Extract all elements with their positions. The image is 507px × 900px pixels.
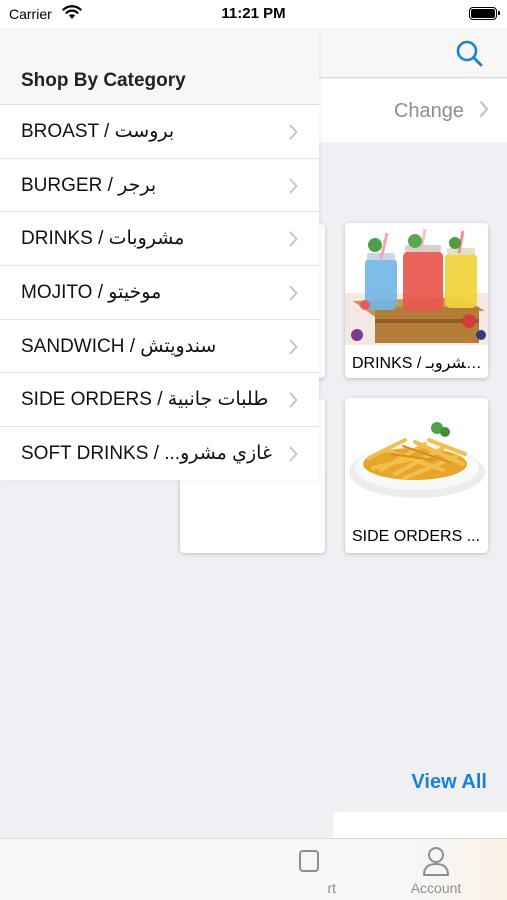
chevron-right-icon <box>289 446 298 467</box>
category-label: MOJITO / موخيتو <box>21 282 162 304</box>
category-label: BURGER / برجر <box>21 174 157 196</box>
chevron-right-icon <box>289 339 298 360</box>
tab-bar: rt Account <box>0 838 507 900</box>
battery-icon <box>469 7 500 20</box>
category-label: SOFT DRINKS / ...غازي مشرو <box>21 443 272 465</box>
category-list: BROAST / بروست BURGER / برجر DRINKS / مش… <box>0 105 319 481</box>
category-drawer: Shop By Category BROAST / بروست BURGER /… <box>0 28 319 480</box>
category-label: BROAST / بروست <box>21 121 175 142</box>
drinks-image <box>345 223 488 345</box>
change-button[interactable]: Change <box>394 100 464 123</box>
chevron-right-icon <box>289 231 298 252</box>
category-item-broast[interactable]: BROAST / بروست <box>0 105 319 159</box>
drawer-title: Shop By Category <box>21 70 186 91</box>
view-all-link[interactable]: View All <box>411 771 487 794</box>
tab-account[interactable]: Account <box>380 839 492 900</box>
category-label: DRINKS / مشروبات <box>21 228 185 250</box>
chevron-right-icon <box>479 100 489 123</box>
category-item-burger[interactable]: BURGER / برجر <box>0 159 319 213</box>
category-item-drinks[interactable]: DRINKS / مشروبات <box>0 212 319 267</box>
category-item-side-orders[interactable]: SIDE ORDERS / طلبات جانبية <box>0 373 319 428</box>
clock: 11:21 PM <box>221 5 286 22</box>
tab-cart-label: rt <box>327 880 336 896</box>
card-label: SIDE ORDERS ... <box>352 528 481 545</box>
category-item-sandwich[interactable]: SANDWICH / سندويتش <box>0 320 319 374</box>
cart-icon <box>294 845 324 878</box>
fries-image <box>345 398 488 520</box>
category-item-soft-drinks[interactable]: SOFT DRINKS / ...غازي مشرو <box>0 427 319 481</box>
search-icon[interactable] <box>452 36 488 72</box>
card-label: DRINKS / مشروبـ... <box>352 355 482 372</box>
chevron-right-icon <box>289 178 298 199</box>
chevron-right-icon <box>289 124 298 145</box>
category-label: SIDE ORDERS / طلبات جانبية <box>21 389 269 411</box>
drawer-header: Shop By Category <box>0 28 319 105</box>
category-item-mojito[interactable]: MOJITO / موخيتو <box>0 266 319 320</box>
chevron-right-icon <box>289 392 298 413</box>
person-icon <box>421 845 451 880</box>
chevron-right-icon <box>289 285 298 306</box>
tab-account-label: Account <box>410 880 462 896</box>
category-label: SANDWICH / سندويتش <box>21 335 217 357</box>
category-card-drinks[interactable]: DRINKS / مشروبـ... <box>345 223 488 378</box>
tab-cart[interactable]: rt <box>254 839 364 900</box>
category-card-side-orders[interactable]: SIDE ORDERS ... <box>345 398 488 553</box>
status-bar: Carrier 11:21 PM <box>0 0 507 28</box>
